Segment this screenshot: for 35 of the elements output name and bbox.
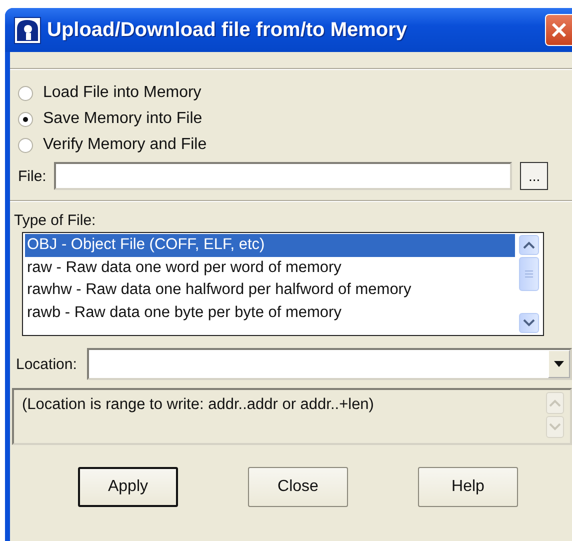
grip-icon: [525, 270, 533, 278]
radio-option[interactable]: Load File into Memory: [18, 84, 572, 102]
radio-option[interactable]: Save Memory into File: [18, 110, 572, 128]
radio-button[interactable]: [18, 112, 33, 126]
list-item[interactable]: rawhw - Raw data one halfword per halfword of memory: [25, 279, 515, 302]
browse-button[interactable]: ...: [520, 162, 548, 190]
window-title: Upload/Download file from/to Memory: [47, 18, 408, 42]
file-field[interactable]: [54, 162, 512, 190]
app-icon: [14, 16, 41, 44]
list-item[interactable]: raw - Raw data one word per word of memory: [25, 256, 515, 279]
down-chevron-icon: [549, 423, 561, 431]
close-icon: [550, 21, 568, 39]
file-label: File:: [18, 168, 46, 184]
location-combo[interactable]: [86, 348, 572, 380]
file-type-label: Type of File:: [13, 211, 97, 231]
radio-option[interactable]: Verify Memory and File: [18, 136, 572, 154]
list-item[interactable]: OBJ - Object File (COFF, ELF, etc): [25, 234, 515, 256]
dropdown-button[interactable]: [548, 350, 570, 378]
up-chevron-icon: [523, 241, 535, 249]
radio-button[interactable]: [18, 138, 33, 152]
up-chevron-icon: [549, 399, 561, 407]
dialog-button[interactable]: Help: [418, 467, 518, 507]
close-button[interactable]: [545, 14, 572, 46]
dialog-button[interactable]: Apply: [78, 467, 178, 507]
location-label: Location:: [16, 356, 77, 372]
radio-button[interactable]: [18, 86, 33, 100]
message-text: (Location is range to write: addr..addr or addr..+len): [21, 395, 375, 415]
caret-icon: [554, 361, 564, 367]
scroll-thumb[interactable]: [519, 257, 539, 291]
dialog-button[interactable]: Close: [248, 467, 348, 507]
scroll-down-button[interactable]: [519, 313, 539, 333]
file-type-list[interactable]: OBJ - Object File (COFF, ELF, etc) raw - Raw data one word per word of memory rawhw - Raw data one halfword per halfword of memory rawb - Raw data one byte per byte of memory: [22, 232, 544, 336]
list-item[interactable]: rawb - Raw data one byte per byte of memory: [25, 302, 515, 324]
scroll-up-button[interactable]: [519, 235, 539, 255]
down-chevron-icon: [523, 319, 535, 327]
